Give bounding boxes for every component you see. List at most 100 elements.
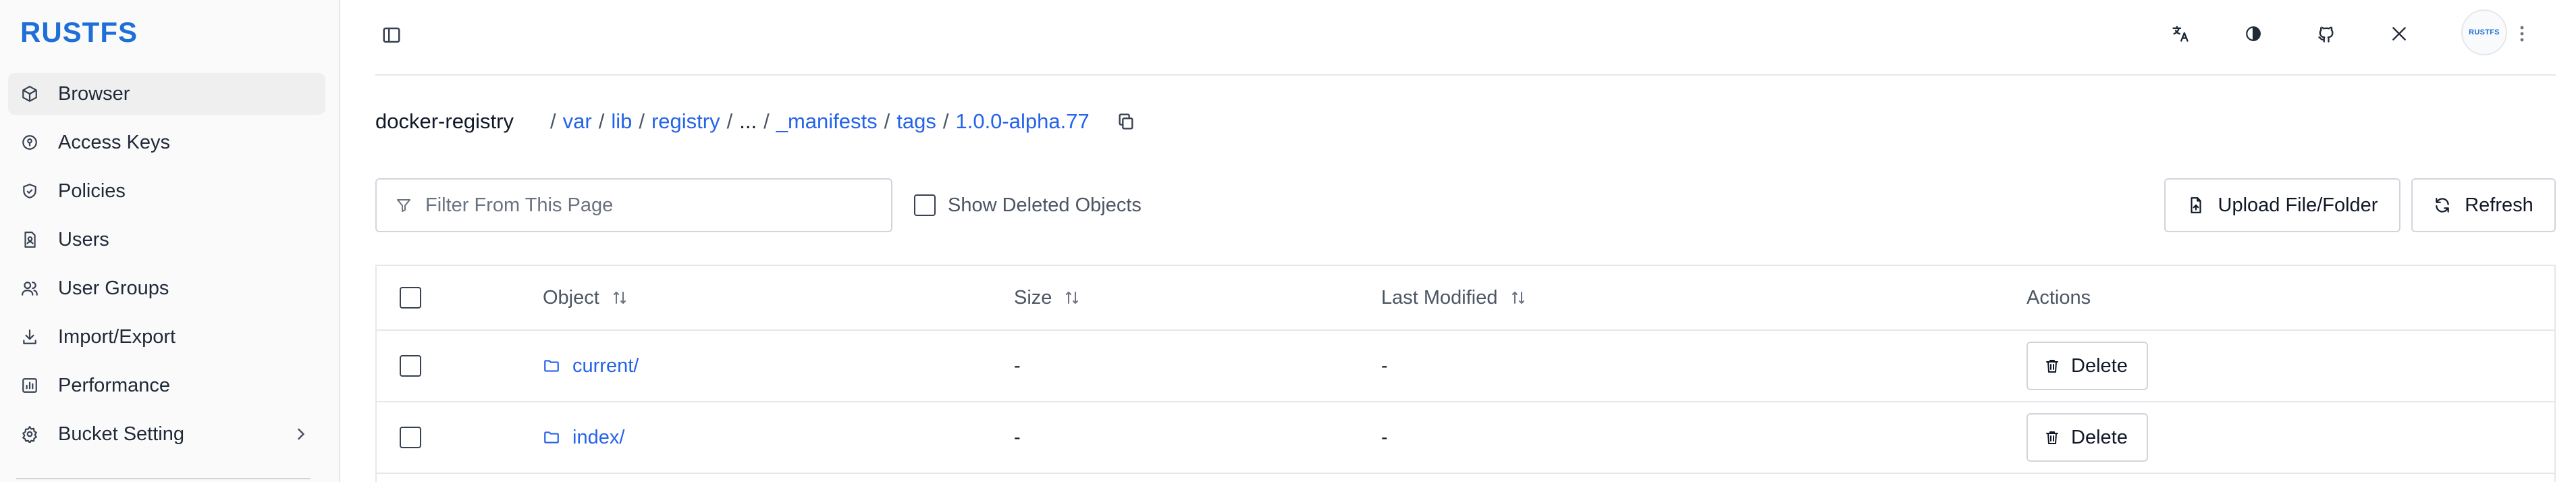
logo[interactable]: RUSTFS bbox=[20, 16, 138, 48]
more-vertical-icon[interactable] bbox=[2515, 20, 2529, 47]
row-checkbox[interactable] bbox=[400, 427, 421, 448]
sort-icon[interactable] bbox=[1064, 290, 1080, 306]
users-icon bbox=[20, 279, 39, 298]
sidebar-divider bbox=[16, 478, 311, 479]
last-modified-cell: - bbox=[1381, 426, 1388, 448]
header-divider bbox=[375, 74, 2556, 76]
bar-chart-icon bbox=[20, 376, 39, 395]
row-checkbox[interactable] bbox=[400, 355, 421, 377]
avatar-text: RUSTFS bbox=[2469, 28, 2500, 36]
shield-check-icon bbox=[20, 182, 39, 200]
sidebar-item-user-groups[interactable]: User Groups bbox=[8, 267, 325, 309]
delete-button[interactable]: Delete bbox=[2027, 342, 2148, 390]
size-cell: - bbox=[1014, 426, 1021, 448]
upload-button[interactable]: Upload File/Folder bbox=[2164, 178, 2400, 232]
object-link[interactable]: current/ bbox=[543, 355, 639, 377]
table-row[interactable]: index/ - - Delete bbox=[377, 402, 2554, 474]
column-header-label: Last Modified bbox=[1381, 286, 1498, 309]
box-icon bbox=[20, 84, 39, 103]
trash-icon bbox=[2044, 429, 2062, 446]
sidebar-toggle-icon[interactable] bbox=[375, 19, 408, 51]
refresh-button[interactable]: Refresh bbox=[2411, 178, 2556, 232]
show-deleted-checkbox[interactable] bbox=[914, 194, 936, 216]
breadcrumb-separator: / bbox=[639, 109, 645, 133]
sidebar-item-label: Bucket Setting bbox=[58, 423, 184, 445]
size-cell: - bbox=[1014, 354, 1021, 377]
object-link[interactable]: index/ bbox=[543, 427, 624, 449]
column-header-label: Object bbox=[543, 286, 599, 309]
chevron-right-icon bbox=[292, 425, 311, 444]
breadcrumb-separator: / bbox=[763, 109, 770, 133]
column-header-label: Size bbox=[1014, 286, 1052, 309]
sidebar-nav: Browser Access Keys Policies Users User … bbox=[8, 73, 325, 462]
object-name: index/ bbox=[572, 426, 625, 448]
github-icon[interactable] bbox=[2313, 20, 2340, 47]
file-upload-icon bbox=[2187, 196, 2206, 215]
breadcrumb-link[interactable]: lib bbox=[611, 109, 632, 134]
show-deleted-toggle[interactable]: Show Deleted Objects bbox=[914, 192, 1142, 219]
filter-input-wrapper[interactable] bbox=[375, 178, 892, 232]
sidebar-item-label: Access Keys bbox=[58, 131, 170, 153]
delete-button[interactable]: Delete bbox=[2027, 413, 2148, 462]
sidebar-item-browser[interactable]: Browser bbox=[8, 73, 325, 115]
breadcrumb-ellipsis[interactable]: ... bbox=[739, 109, 757, 134]
row-select-cell bbox=[400, 402, 421, 473]
upload-button-label: Upload File/Folder bbox=[2218, 194, 2378, 216]
theme-icon[interactable] bbox=[2240, 20, 2267, 47]
sidebar: RUSTFS Browser Access Keys Policies User… bbox=[0, 0, 340, 482]
refresh-icon bbox=[2434, 196, 2452, 215]
refresh-button-label: Refresh bbox=[2465, 194, 2533, 216]
column-header-last-modified[interactable]: Last Modified bbox=[1381, 266, 1526, 329]
app-root: RUSTFS Browser Access Keys Policies User… bbox=[0, 0, 2576, 482]
sidebar-item-label: Browser bbox=[58, 82, 130, 105]
user-file-icon bbox=[20, 230, 39, 249]
table-header: Object Size Last Modified Actions bbox=[377, 266, 2554, 331]
breadcrumb: docker-registry / var / lib / registry /… bbox=[375, 107, 1137, 136]
object-cell: index/ bbox=[543, 402, 624, 473]
copy-path-icon[interactable] bbox=[1115, 111, 1137, 132]
sidebar-item-performance[interactable]: Performance bbox=[8, 365, 325, 406]
sort-icon[interactable] bbox=[612, 290, 628, 306]
breadcrumb-link-current[interactable]: 1.0.0-alpha.77 bbox=[955, 109, 1089, 134]
sort-icon[interactable] bbox=[1510, 290, 1526, 306]
filter-icon bbox=[396, 196, 413, 214]
column-header-actions: Actions bbox=[2027, 266, 2091, 329]
breadcrumb-bucket: docker-registry bbox=[375, 109, 514, 133]
table-row[interactable]: current/ - - Delete bbox=[377, 331, 2554, 402]
breadcrumb-separator: / bbox=[884, 109, 890, 133]
key-circle-icon bbox=[20, 133, 39, 152]
last-modified-cell: - bbox=[1381, 354, 1388, 377]
top-bar: RUSTFS bbox=[340, 0, 2576, 74]
sidebar-item-label: User Groups bbox=[58, 277, 169, 299]
column-header-object[interactable]: Object bbox=[543, 266, 628, 329]
sidebar-item-label: Policies bbox=[58, 180, 126, 202]
avatar[interactable]: RUSTFS bbox=[2461, 9, 2507, 55]
sidebar-item-users[interactable]: Users bbox=[8, 219, 325, 261]
objects-table: Object Size Last Modified Actions curren… bbox=[375, 265, 2556, 482]
translate-icon[interactable] bbox=[2167, 20, 2194, 47]
breadcrumb-link[interactable]: _manifests bbox=[776, 109, 878, 134]
gear-icon bbox=[20, 425, 39, 444]
sidebar-item-label: Users bbox=[58, 228, 109, 250]
x-logo-icon[interactable] bbox=[2386, 20, 2413, 47]
folder-icon bbox=[543, 428, 562, 447]
logo-text: RUSTFS bbox=[20, 16, 138, 48]
row-select-cell bbox=[400, 331, 421, 401]
column-header-label: Actions bbox=[2027, 286, 2091, 309]
actions-cell: Delete bbox=[2027, 331, 2148, 401]
filter-input[interactable] bbox=[425, 194, 884, 217]
breadcrumb-link[interactable]: tags bbox=[896, 109, 936, 134]
sidebar-item-label: Performance bbox=[58, 374, 171, 396]
breadcrumb-separator: / bbox=[942, 109, 949, 133]
column-header-size[interactable]: Size bbox=[1014, 266, 1080, 329]
sidebar-item-import-export[interactable]: Import/Export bbox=[8, 316, 325, 358]
sidebar-item-access-keys[interactable]: Access Keys bbox=[8, 122, 325, 163]
sidebar-item-bucket-setting[interactable]: Bucket Setting bbox=[8, 413, 325, 455]
trash-icon bbox=[2044, 357, 2062, 375]
delete-button-label: Delete bbox=[2071, 426, 2128, 448]
folder-icon bbox=[543, 356, 562, 375]
breadcrumb-link[interactable]: registry bbox=[651, 109, 720, 134]
sidebar-item-policies[interactable]: Policies bbox=[8, 170, 325, 212]
select-all-checkbox[interactable] bbox=[400, 287, 421, 309]
breadcrumb-link[interactable]: var bbox=[563, 109, 592, 134]
